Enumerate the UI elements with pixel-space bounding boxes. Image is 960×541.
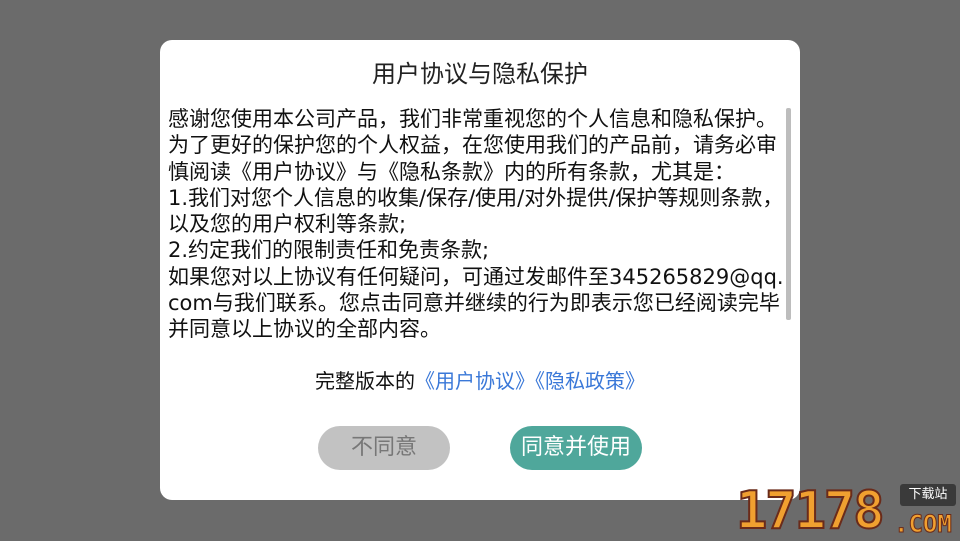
dialog-title: 用户协议与隐私保护 [372, 60, 588, 88]
agree-and-use-button[interactable]: 同意并使用 [510, 426, 642, 470]
agreement-text: 感谢您使用本公司产品，我们非常重视您的个人信息和隐私保护。为了更好的保护您的个人… [168, 107, 784, 342]
disagree-button[interactable]: 不同意 [318, 426, 450, 470]
site-watermark-logo: 17178 下载站 .COM [735, 481, 960, 541]
user-agreement-link[interactable]: 《用户协议》 [415, 369, 535, 393]
privacy-policy-link[interactable]: 《隐私政策》 [535, 369, 645, 393]
agreement-dialog: 用户协议与隐私保护 感谢您使用本公司产品，我们非常重视您的个人信息和隐私保护。为… [160, 40, 800, 500]
agreement-scroll-area[interactable]: 感谢您使用本公司产品，我们非常重视您的个人信息和隐私保护。为了更好的保护您的个人… [168, 106, 788, 372]
full-version-links: 完整版本的《用户协议》《隐私政策》 [160, 368, 800, 394]
scrollbar-thumb[interactable] [786, 108, 791, 320]
watermark-number: 17178 [735, 481, 886, 541]
watermark-tag: 下载站 [900, 484, 956, 506]
watermark-domain: .COM [894, 510, 953, 539]
footer-prefix: 完整版本的 [315, 369, 415, 393]
